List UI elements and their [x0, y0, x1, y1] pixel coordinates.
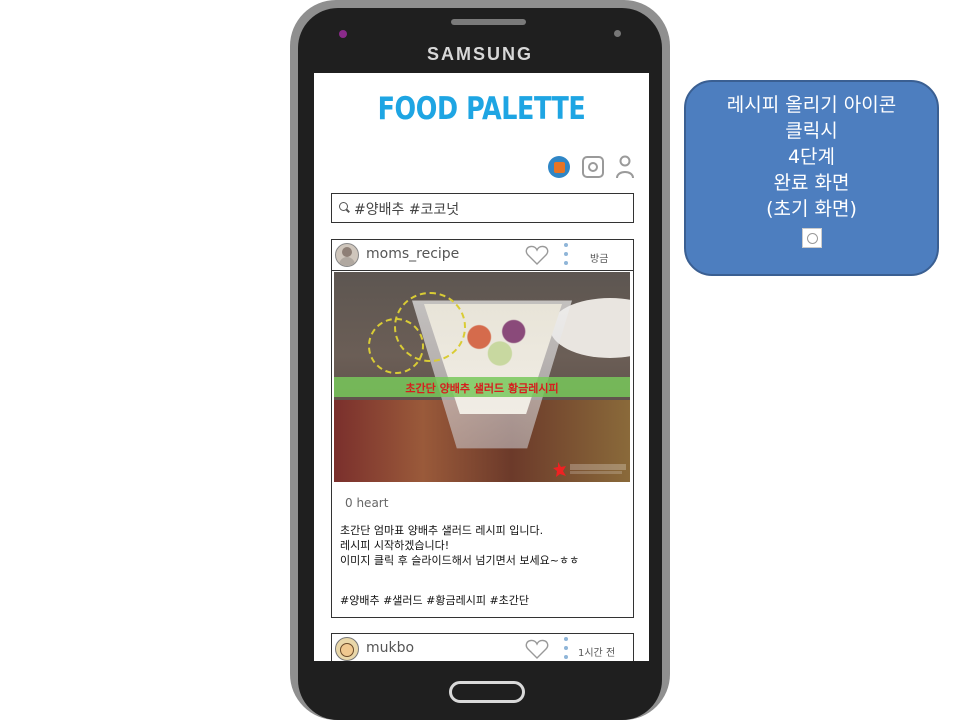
post-time: 방금 — [590, 254, 609, 265]
home-button[interactable] — [449, 681, 525, 703]
more-options-icon[interactable] — [564, 243, 568, 267]
search-icon — [339, 202, 348, 211]
post-username[interactable]: moms_recipe — [366, 246, 459, 262]
heart-icon[interactable] — [525, 639, 549, 659]
watermark-logo — [553, 462, 626, 477]
app-logo: FOOD PALETTE — [377, 91, 586, 127]
more-options-icon[interactable] — [564, 637, 568, 661]
upload-icon[interactable] — [548, 156, 570, 178]
post-card: moms_recipe 방금 초간단 양배추 샐러드 황금레시피 0 heart… — [331, 239, 634, 618]
search-input[interactable]: #양배추 #코코넛 — [331, 193, 634, 223]
heart-icon[interactable] — [525, 245, 549, 265]
top-icon-bar — [548, 155, 638, 179]
post-hashtags[interactable]: #양배추 #샐러드 #황금레시피 #초간단 — [340, 592, 529, 608]
post-image[interactable]: 초간단 양배추 샐러드 황금레시피 — [334, 272, 630, 482]
post-username[interactable]: mukbo — [366, 640, 414, 656]
post-time: 1시간 전 — [578, 648, 616, 659]
annotation-callout: 레시피 올리기 아이콘 클릭시 4단계 완료 화면 (초기 화면) — [684, 80, 939, 276]
callout-line: 4단계 — [787, 146, 836, 168]
front-camera — [339, 30, 347, 38]
instagram-icon[interactable] — [582, 156, 604, 178]
like-count: 0 heart — [345, 496, 389, 510]
post-card: mukbo 1시간 전 — [331, 633, 634, 661]
decor-circle — [368, 318, 424, 374]
callout-line: 레시피 올리기 아이콘 — [726, 94, 897, 116]
callout-line: 완료 화면 — [773, 172, 850, 194]
callout-line: 클릭시 — [785, 120, 838, 142]
device-brand: SAMSUNG — [426, 44, 533, 64]
avatar[interactable] — [335, 637, 359, 661]
person-icon[interactable] — [614, 155, 636, 179]
callout-line: (초기 화면) — [766, 198, 857, 220]
image-banner-text: 초간단 양배추 샐러드 황금레시피 — [405, 382, 559, 395]
speaker-grille — [451, 19, 526, 25]
instagram-icon — [802, 228, 822, 248]
app-screen: FOOD PALETTE #양배추 #코코넛 moms_recipe 방금 초간… — [314, 73, 649, 661]
search-value: #양배추 #코코넛 — [354, 202, 460, 218]
sensor — [614, 30, 621, 37]
avatar[interactable] — [335, 243, 359, 267]
post-header: moms_recipe 방금 — [332, 240, 633, 271]
post-description: 초간단 엄마표 양배추 샐러드 레시피 입니다. 레시피 시작하겠습니다! 이미… — [340, 524, 580, 567]
